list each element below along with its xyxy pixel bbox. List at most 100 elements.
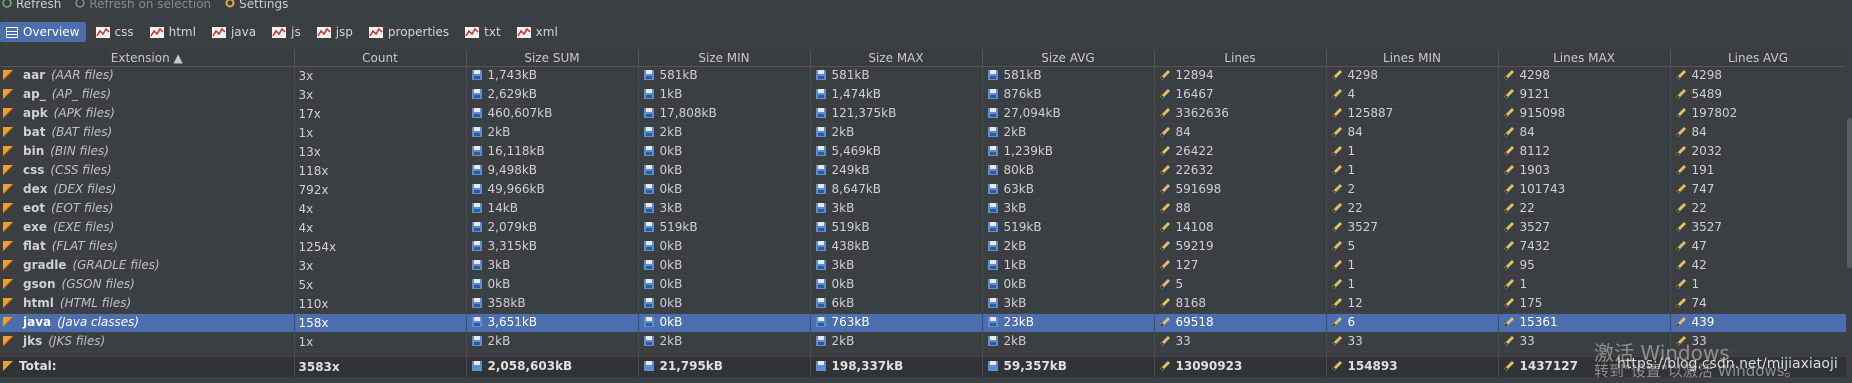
tab-css[interactable]: css xyxy=(90,22,140,42)
size-min-cell: 519kB xyxy=(638,218,811,238)
tab-properties[interactable]: properties xyxy=(363,22,455,42)
column-header-lines[interactable]: Lines xyxy=(1154,50,1327,67)
disk-icon xyxy=(987,145,999,160)
tab-js[interactable]: js xyxy=(266,22,307,42)
size-min-cell: 2kB xyxy=(638,123,811,143)
lines-min-value: 1 xyxy=(1347,277,1356,291)
table-row[interactable]: eot (EOT files) 4x 14kB 3kB 3kB 3kB 88 22 22 22 xyxy=(0,199,1847,219)
column-header-lines-min[interactable]: Lines MIN xyxy=(1326,50,1499,67)
size-avg-cell: 23kB xyxy=(982,313,1155,333)
disk-icon xyxy=(987,259,999,274)
extension-name: ap_ xyxy=(23,87,46,101)
disk-icon xyxy=(471,107,483,122)
lines-avg-cell: 5489 xyxy=(1670,85,1847,105)
count-cell: 118x xyxy=(294,161,467,181)
lines-max-value: 95 xyxy=(1519,258,1535,272)
disk-icon xyxy=(815,259,827,274)
table-row[interactable]: jks (JKS files) 1x 2kB 2kB 2kB 2kB 33 33 33 33 xyxy=(0,332,1847,352)
tab-bar: Overview css html java js jsp properties… xyxy=(0,21,1852,43)
size-min-value: 0kB xyxy=(659,296,683,310)
column-header-count[interactable]: Count xyxy=(294,50,467,67)
lines-max-cell: 84 xyxy=(1498,123,1671,143)
lines-value: 59219 xyxy=(1175,239,1214,253)
column-header-lines-max[interactable]: Lines MAX xyxy=(1498,50,1671,67)
refresh-on-selection-button[interactable]: Refresh on selection xyxy=(75,0,211,11)
tab-xml[interactable]: xml xyxy=(511,22,564,42)
table-row[interactable]: bin (BIN files) 13x 16,118kB 0kB 5,469kB 1,239… xyxy=(0,142,1847,162)
table-row[interactable]: ap_ (AP_ files) 3x 2,629kB 1kB 1,474kB 876kB 16… xyxy=(0,85,1847,105)
tab-java[interactable]: java xyxy=(206,22,262,42)
size-sum-cell: 460,607kB xyxy=(466,104,639,124)
column-header-size-max[interactable]: Size MAX xyxy=(810,50,983,67)
total-row: Total: 3583x 2,058,603kB 21,795kB 198,33… xyxy=(0,356,1847,377)
table-row[interactable]: exe (EXE files) 4x 2,079kB 519kB 519kB 519kB 14… xyxy=(0,218,1847,238)
column-header-extension[interactable]: Extension ▲ xyxy=(0,50,295,67)
disk-icon xyxy=(471,145,483,160)
table-row[interactable]: gson (GSON files) 5x 0kB 0kB 0kB 0kB 5 1 1 1 xyxy=(0,275,1847,295)
lines-max-cell: 9121 xyxy=(1498,85,1671,105)
extension-description: (AAR files) xyxy=(51,68,114,82)
file-type-icon xyxy=(2,278,14,293)
table-body: aar (AAR files) 3x 1,743kB 581kB 581kB 581kB 12… xyxy=(0,66,1847,352)
column-header-size-avg[interactable]: Size AVG xyxy=(982,50,1155,67)
lines-value: 33 xyxy=(1175,334,1191,348)
lines-max-cell: 3527 xyxy=(1498,218,1671,238)
disk-icon xyxy=(815,335,827,350)
size-max-value: 1,474kB xyxy=(831,87,882,101)
pen-icon xyxy=(1503,316,1515,331)
pen-icon xyxy=(1675,145,1687,160)
disk-icon xyxy=(815,278,827,293)
count-cell: 3x xyxy=(294,85,467,105)
table-row[interactable]: gradle (GRADLE files) 3x 3kB 0kB 3kB 1kB 127 1 95… xyxy=(0,256,1847,276)
pen-icon xyxy=(1503,88,1515,103)
extension-cell: gradle (GRADLE files) xyxy=(0,256,295,276)
refresh-icon xyxy=(2,0,12,11)
total-size-max: 198,337kB xyxy=(831,359,904,373)
scrollbar-thumb[interactable] xyxy=(1847,118,1852,268)
disk-icon xyxy=(987,316,999,331)
table-row[interactable]: flat (FLAT files) 1254x 3,315kB 0kB 438kB 2kB 5… xyxy=(0,237,1847,257)
tab-txt[interactable]: txt xyxy=(459,22,507,42)
size-max-value: 2kB xyxy=(831,334,855,348)
size-max-value: 3kB xyxy=(831,258,855,272)
lines-cell: 8168 xyxy=(1154,294,1327,314)
lines-cell: 16467 xyxy=(1154,85,1327,105)
size-avg-value: 581kB xyxy=(1003,68,1042,82)
count-cell: 792x xyxy=(294,180,467,200)
column-header-lines-avg[interactable]: Lines AVG xyxy=(1670,50,1847,67)
table-row[interactable]: html (HTML files) 110x 358kB 0kB 6kB 3kB 8168 12… xyxy=(0,294,1847,314)
table-row[interactable]: css (CSS files) 118x 9,498kB 0kB 249kB 80kB 226… xyxy=(0,161,1847,181)
lines-max-cell: 915098 xyxy=(1498,104,1671,124)
table-row[interactable]: dex (DEX files) 792x 49,966kB 0kB 8,647kB 63kB… xyxy=(0,180,1847,200)
lines-avg-value: 47 xyxy=(1691,239,1707,253)
lines-min-cell: 84 xyxy=(1326,123,1499,143)
size-avg-cell: 3kB xyxy=(982,199,1155,219)
pen-icon xyxy=(1675,278,1687,293)
refresh-button[interactable]: Refresh xyxy=(2,0,61,11)
extension-description: (BIN files) xyxy=(50,144,109,158)
extension-description: (BAT files) xyxy=(51,125,113,139)
column-header-size-sum[interactable]: Size SUM xyxy=(466,50,639,67)
table-row[interactable]: bat (BAT files) 1x 2kB 2kB 2kB 2kB 84 84 84 84 xyxy=(0,123,1847,143)
tab-jsp[interactable]: jsp xyxy=(311,22,359,42)
size-sum-value: 358kB xyxy=(487,296,526,310)
lines-max-cell: 101743 xyxy=(1498,180,1671,200)
settings-button[interactable]: Settings xyxy=(225,0,288,11)
disk-icon xyxy=(643,297,655,312)
lines-min-cell: 125887 xyxy=(1326,104,1499,124)
lines-max-value: 101743 xyxy=(1519,182,1566,196)
lines-value: 88 xyxy=(1175,201,1191,215)
table-row[interactable]: java (Java classes) 158x 3,651kB 0kB 763kB 23k… xyxy=(0,313,1847,333)
tab-html[interactable]: html xyxy=(144,22,202,42)
vertical-scrollbar[interactable] xyxy=(1846,50,1852,383)
count-cell: 1254x xyxy=(294,237,467,257)
table-row[interactable]: apk (APK files) 17x 460,607kB 17,808kB 121,37… xyxy=(0,104,1847,124)
size-sum-cell: 14kB xyxy=(466,199,639,219)
table-row[interactable]: aar (AAR files) 3x 1,743kB 581kB 581kB 581kB 12… xyxy=(0,66,1847,86)
lines-min-cell: 4298 xyxy=(1326,66,1499,86)
lines-cell: 26422 xyxy=(1154,142,1327,162)
extension-cell: dex (DEX files) xyxy=(0,180,295,200)
lines-avg-cell: 439 xyxy=(1670,313,1847,333)
tab-overview[interactable]: Overview xyxy=(0,22,86,42)
column-header-size-min[interactable]: Size MIN xyxy=(638,50,811,67)
